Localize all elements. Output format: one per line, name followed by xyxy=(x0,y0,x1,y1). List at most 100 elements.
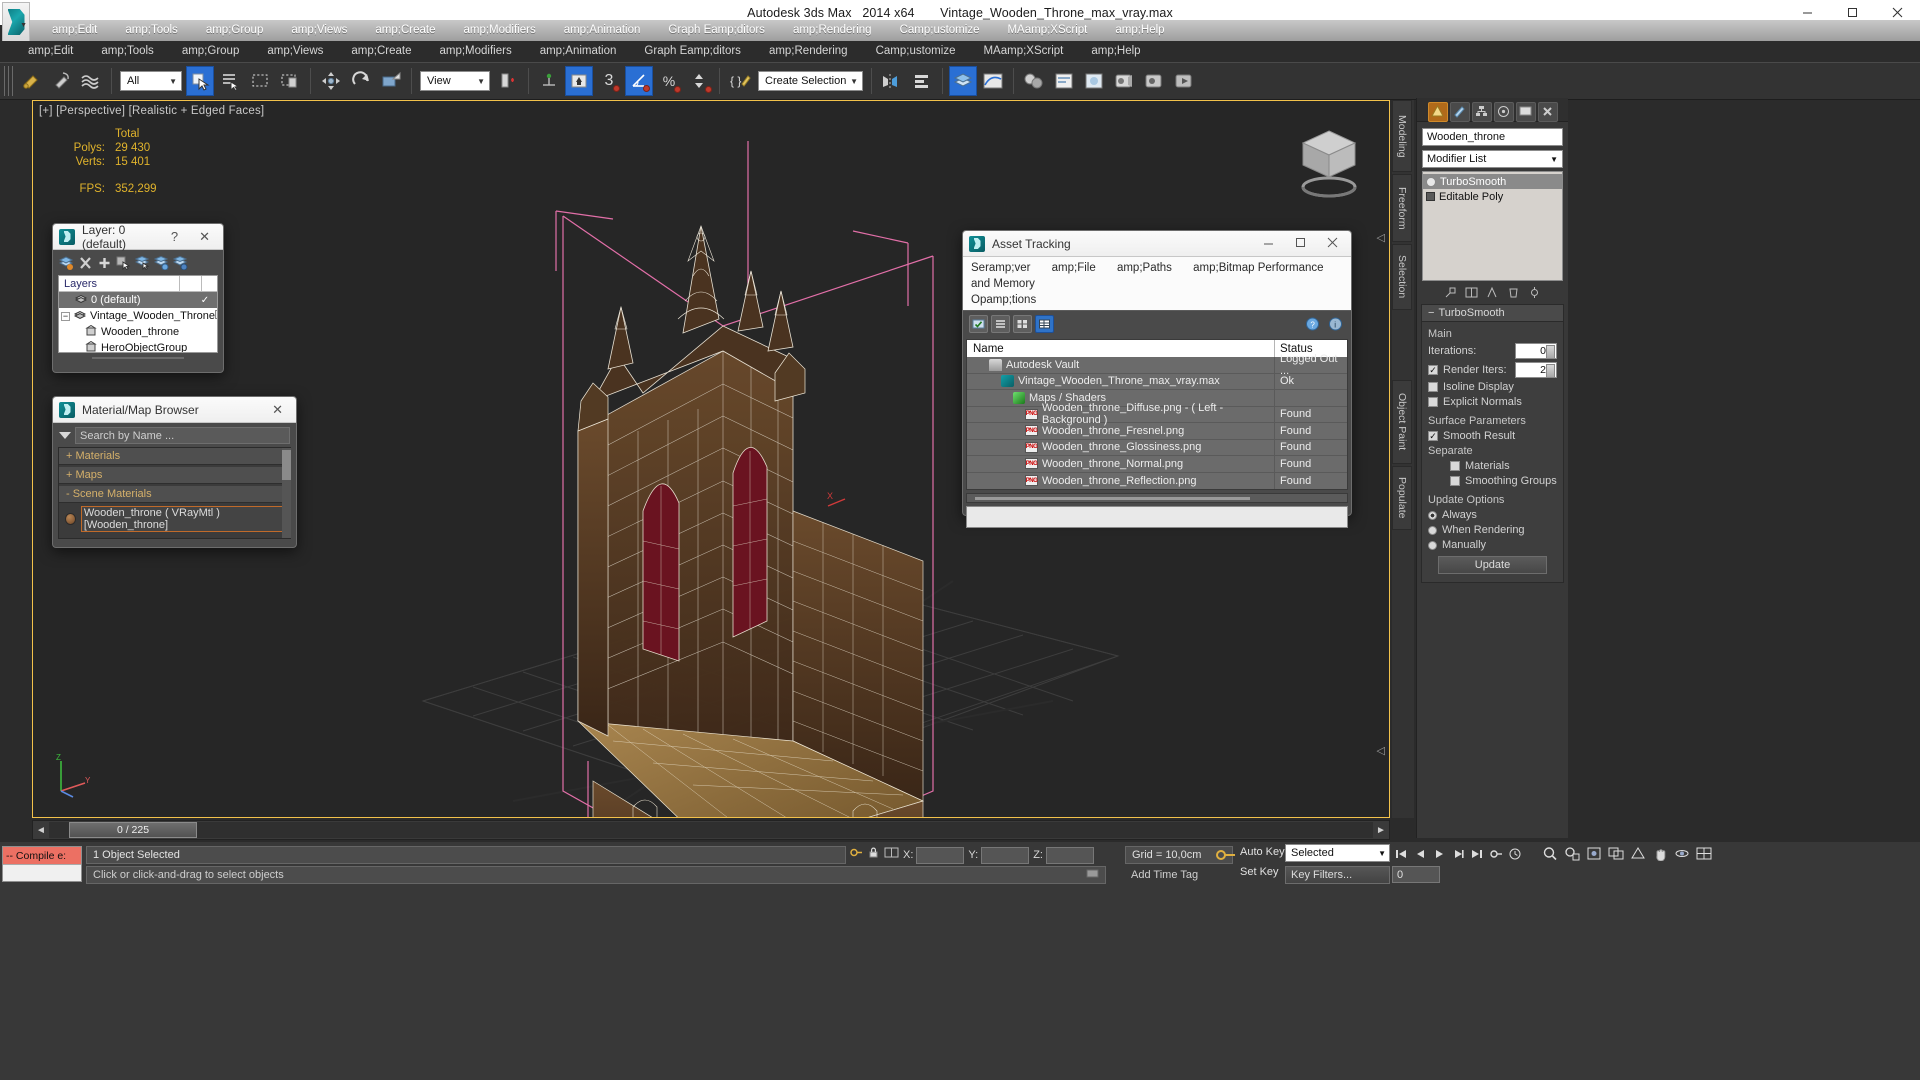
layer-hide-toggle[interactable] xyxy=(214,310,217,322)
modifier-stack-buttons[interactable] xyxy=(1417,285,1568,300)
utilities-icon[interactable] xyxy=(1537,101,1558,122)
field-of-view-icon[interactable] xyxy=(1628,844,1648,863)
grid-view-icon[interactable] xyxy=(1035,315,1054,333)
orbit-icon[interactable] xyxy=(1672,844,1692,863)
percent-snap-toggle-icon[interactable]: % xyxy=(655,66,683,96)
separate-materials-row[interactable]: Materials xyxy=(1428,460,1557,472)
transform-type-in-bar[interactable]: X: Y: Z: xyxy=(850,844,1130,866)
time-configuration-icon[interactable] xyxy=(1506,846,1523,863)
menu2-item-create[interactable]: amp;Create xyxy=(337,41,425,62)
table-row[interactable]: PNG Wooden_throne_Normal.png Found xyxy=(967,456,1347,473)
update-always-radio[interactable] xyxy=(1428,510,1437,520)
menu-item-maxscript[interactable]: MAamp;XScript xyxy=(993,20,1101,41)
time-slider[interactable]: ◄ 0 / 225 ► xyxy=(32,820,1390,840)
menu-item-file[interactable]: amp;File xyxy=(1052,262,1096,274)
scene-material-item[interactable]: Wooden_throne ( VRayMtl ) [Wooden_throne… xyxy=(59,505,290,533)
render-iters-checkbox[interactable] xyxy=(1428,365,1438,375)
new-layer-icon[interactable] xyxy=(58,254,75,271)
secondary-menu-bar[interactable]: amp;Edit amp;Tools amp;Group amp;Views a… xyxy=(0,41,1920,62)
turbosmooth-rollup[interactable]: −TurboSmooth Main Iterations: 0 Render I… xyxy=(1421,304,1564,583)
menu2-item-modifiers[interactable]: amp;Modifiers xyxy=(425,41,525,62)
time-slider-next-arrow[interactable]: ► xyxy=(1373,825,1389,836)
isoline-display-checkbox[interactable] xyxy=(1428,382,1438,392)
command-panel[interactable]: Wooden_throne Modifier List ▼ TurboSmoot… xyxy=(1416,98,1568,838)
time-slider-thumb[interactable]: 0 / 225 xyxy=(69,822,197,838)
layer-row-heroobjectgroup[interactable]: HeroObjectGroup xyxy=(59,340,217,352)
time-slider-track[interactable]: 0 / 225 xyxy=(49,822,1373,838)
material-search-row[interactable]: Search by Name ... xyxy=(53,423,296,447)
redo-icon[interactable] xyxy=(47,66,75,96)
select-highlight-icon[interactable] xyxy=(153,254,170,271)
next-frame-icon[interactable] xyxy=(1449,846,1466,863)
toolbar-grip[interactable] xyxy=(4,66,13,96)
help-button[interactable]: ? xyxy=(164,229,185,244)
light-bulb-icon[interactable] xyxy=(1426,176,1436,187)
rectangular-selection-region-icon[interactable] xyxy=(246,66,274,96)
key-mode-toggle-icon[interactable] xyxy=(1487,846,1504,863)
stack-item-turbosmooth[interactable]: TurboSmooth xyxy=(1423,174,1562,189)
menu2-item-views[interactable]: amp;Views xyxy=(253,41,337,62)
expand-icon[interactable] xyxy=(1426,192,1435,201)
zoom-all-icon[interactable] xyxy=(1562,844,1582,863)
z-input[interactable] xyxy=(1045,846,1094,864)
snaps-toggle-icon[interactable] xyxy=(565,66,593,96)
go-to-end-icon[interactable] xyxy=(1468,846,1485,863)
modifier-stack[interactable]: TurboSmooth Editable Poly xyxy=(1422,171,1563,281)
scrollbar-thumb[interactable] xyxy=(975,497,1250,500)
update-always-row[interactable]: Always xyxy=(1428,509,1557,521)
menu-item-views[interactable]: amp;Views xyxy=(277,20,361,41)
explicit-normals-row[interactable]: Explicit Normals xyxy=(1428,396,1557,408)
select-object-icon[interactable] xyxy=(186,66,214,96)
asset-tracking-window[interactable]: Asset Tracking Seramp;ver amp;File amp;P… xyxy=(962,230,1352,528)
select-and-scale-icon[interactable] xyxy=(377,66,405,96)
layer-row-wooden-throne[interactable]: Wooden_throne xyxy=(59,324,217,340)
zoom-extents-all-icon[interactable] xyxy=(1606,844,1626,863)
layer-row-vintage-wooden-throne[interactable]: − Vintage_Wooden_Throne xyxy=(59,308,217,324)
separate-smoothing-row[interactable]: Smoothing Groups xyxy=(1428,475,1557,487)
menu2-item-rendering[interactable]: amp;Rendering xyxy=(755,41,862,62)
close-button[interactable]: ✕ xyxy=(192,229,217,245)
asset-tracking-toolbar[interactable]: ? i xyxy=(963,310,1351,337)
resize-grip[interactable] xyxy=(92,357,184,359)
pin-stack-icon[interactable] xyxy=(1443,285,1458,300)
zoom-icon[interactable] xyxy=(1540,844,1560,863)
table-row[interactable]: PNG Wooden_throne_Glossiness.png Found xyxy=(967,439,1347,456)
separate-smoothing-checkbox[interactable] xyxy=(1450,476,1460,486)
application-logo-icon[interactable]: ▼ xyxy=(2,2,30,42)
select-objects-icon[interactable] xyxy=(115,254,132,271)
thumbnail-view-icon[interactable] xyxy=(1013,315,1032,333)
align-icon[interactable] xyxy=(908,66,936,96)
about-icon[interactable]: i xyxy=(1326,315,1345,333)
angle-snap-toggle-icon[interactable] xyxy=(625,66,653,96)
menu-item-server[interactable]: Seramp;ver xyxy=(971,262,1030,274)
command-panel-tab-icons[interactable] xyxy=(1417,98,1568,122)
tab-selection[interactable]: Selection xyxy=(1392,244,1412,310)
window-crossing-toggle-icon[interactable] xyxy=(276,66,304,96)
separate-materials-checkbox[interactable] xyxy=(1450,461,1460,471)
maximize-viewport-icon[interactable] xyxy=(1694,844,1714,863)
minimize-button[interactable] xyxy=(1256,236,1281,251)
previous-frame-icon[interactable] xyxy=(1411,846,1428,863)
viewport-side-tabs[interactable]: Modeling Freeform Selection Object Paint… xyxy=(1392,100,1414,818)
main-toolbar[interactable]: All ▼ View ▼ 3 % {} Create Selection ▼ xyxy=(0,62,1920,100)
mirror-icon[interactable] xyxy=(878,66,906,96)
asset-tracking-help-group[interactable]: ? i xyxy=(1303,315,1345,333)
spinner-snap-toggle-icon[interactable] xyxy=(685,66,713,96)
menu2-item-edit[interactable]: amp;Edit xyxy=(14,41,87,62)
material-browser-tree[interactable]: + Materials + Maps - Scene Materials Woo… xyxy=(58,447,291,539)
time-slider-prev-arrow[interactable]: ◄ xyxy=(33,825,49,836)
make-unique-icon[interactable] xyxy=(1485,285,1500,300)
group-materials[interactable]: + Materials xyxy=(59,448,290,465)
maxscript-listener-input[interactable]: -- Compile e: xyxy=(3,847,81,865)
named-selection-sets-combo[interactable]: Create Selection Se ▼ xyxy=(758,71,863,91)
menu2-item-tools[interactable]: amp;Tools xyxy=(87,41,167,62)
key-filter-selected-combo[interactable]: Selected ▼ xyxy=(1285,844,1390,862)
layer-row-default[interactable]: 0 (default) ✓ xyxy=(59,292,217,308)
angle-snap-value-label[interactable]: 3 xyxy=(595,66,623,96)
selection-filter-combo[interactable]: All ▼ xyxy=(120,71,182,91)
x-coordinate-field[interactable]: X: xyxy=(903,846,965,864)
tab-populate[interactable]: Populate xyxy=(1392,466,1412,530)
select-and-move-icon[interactable] xyxy=(317,66,345,96)
viewport-navigation-controls[interactable] xyxy=(1540,844,1916,886)
select-and-manipulate-icon[interactable] xyxy=(535,66,563,96)
